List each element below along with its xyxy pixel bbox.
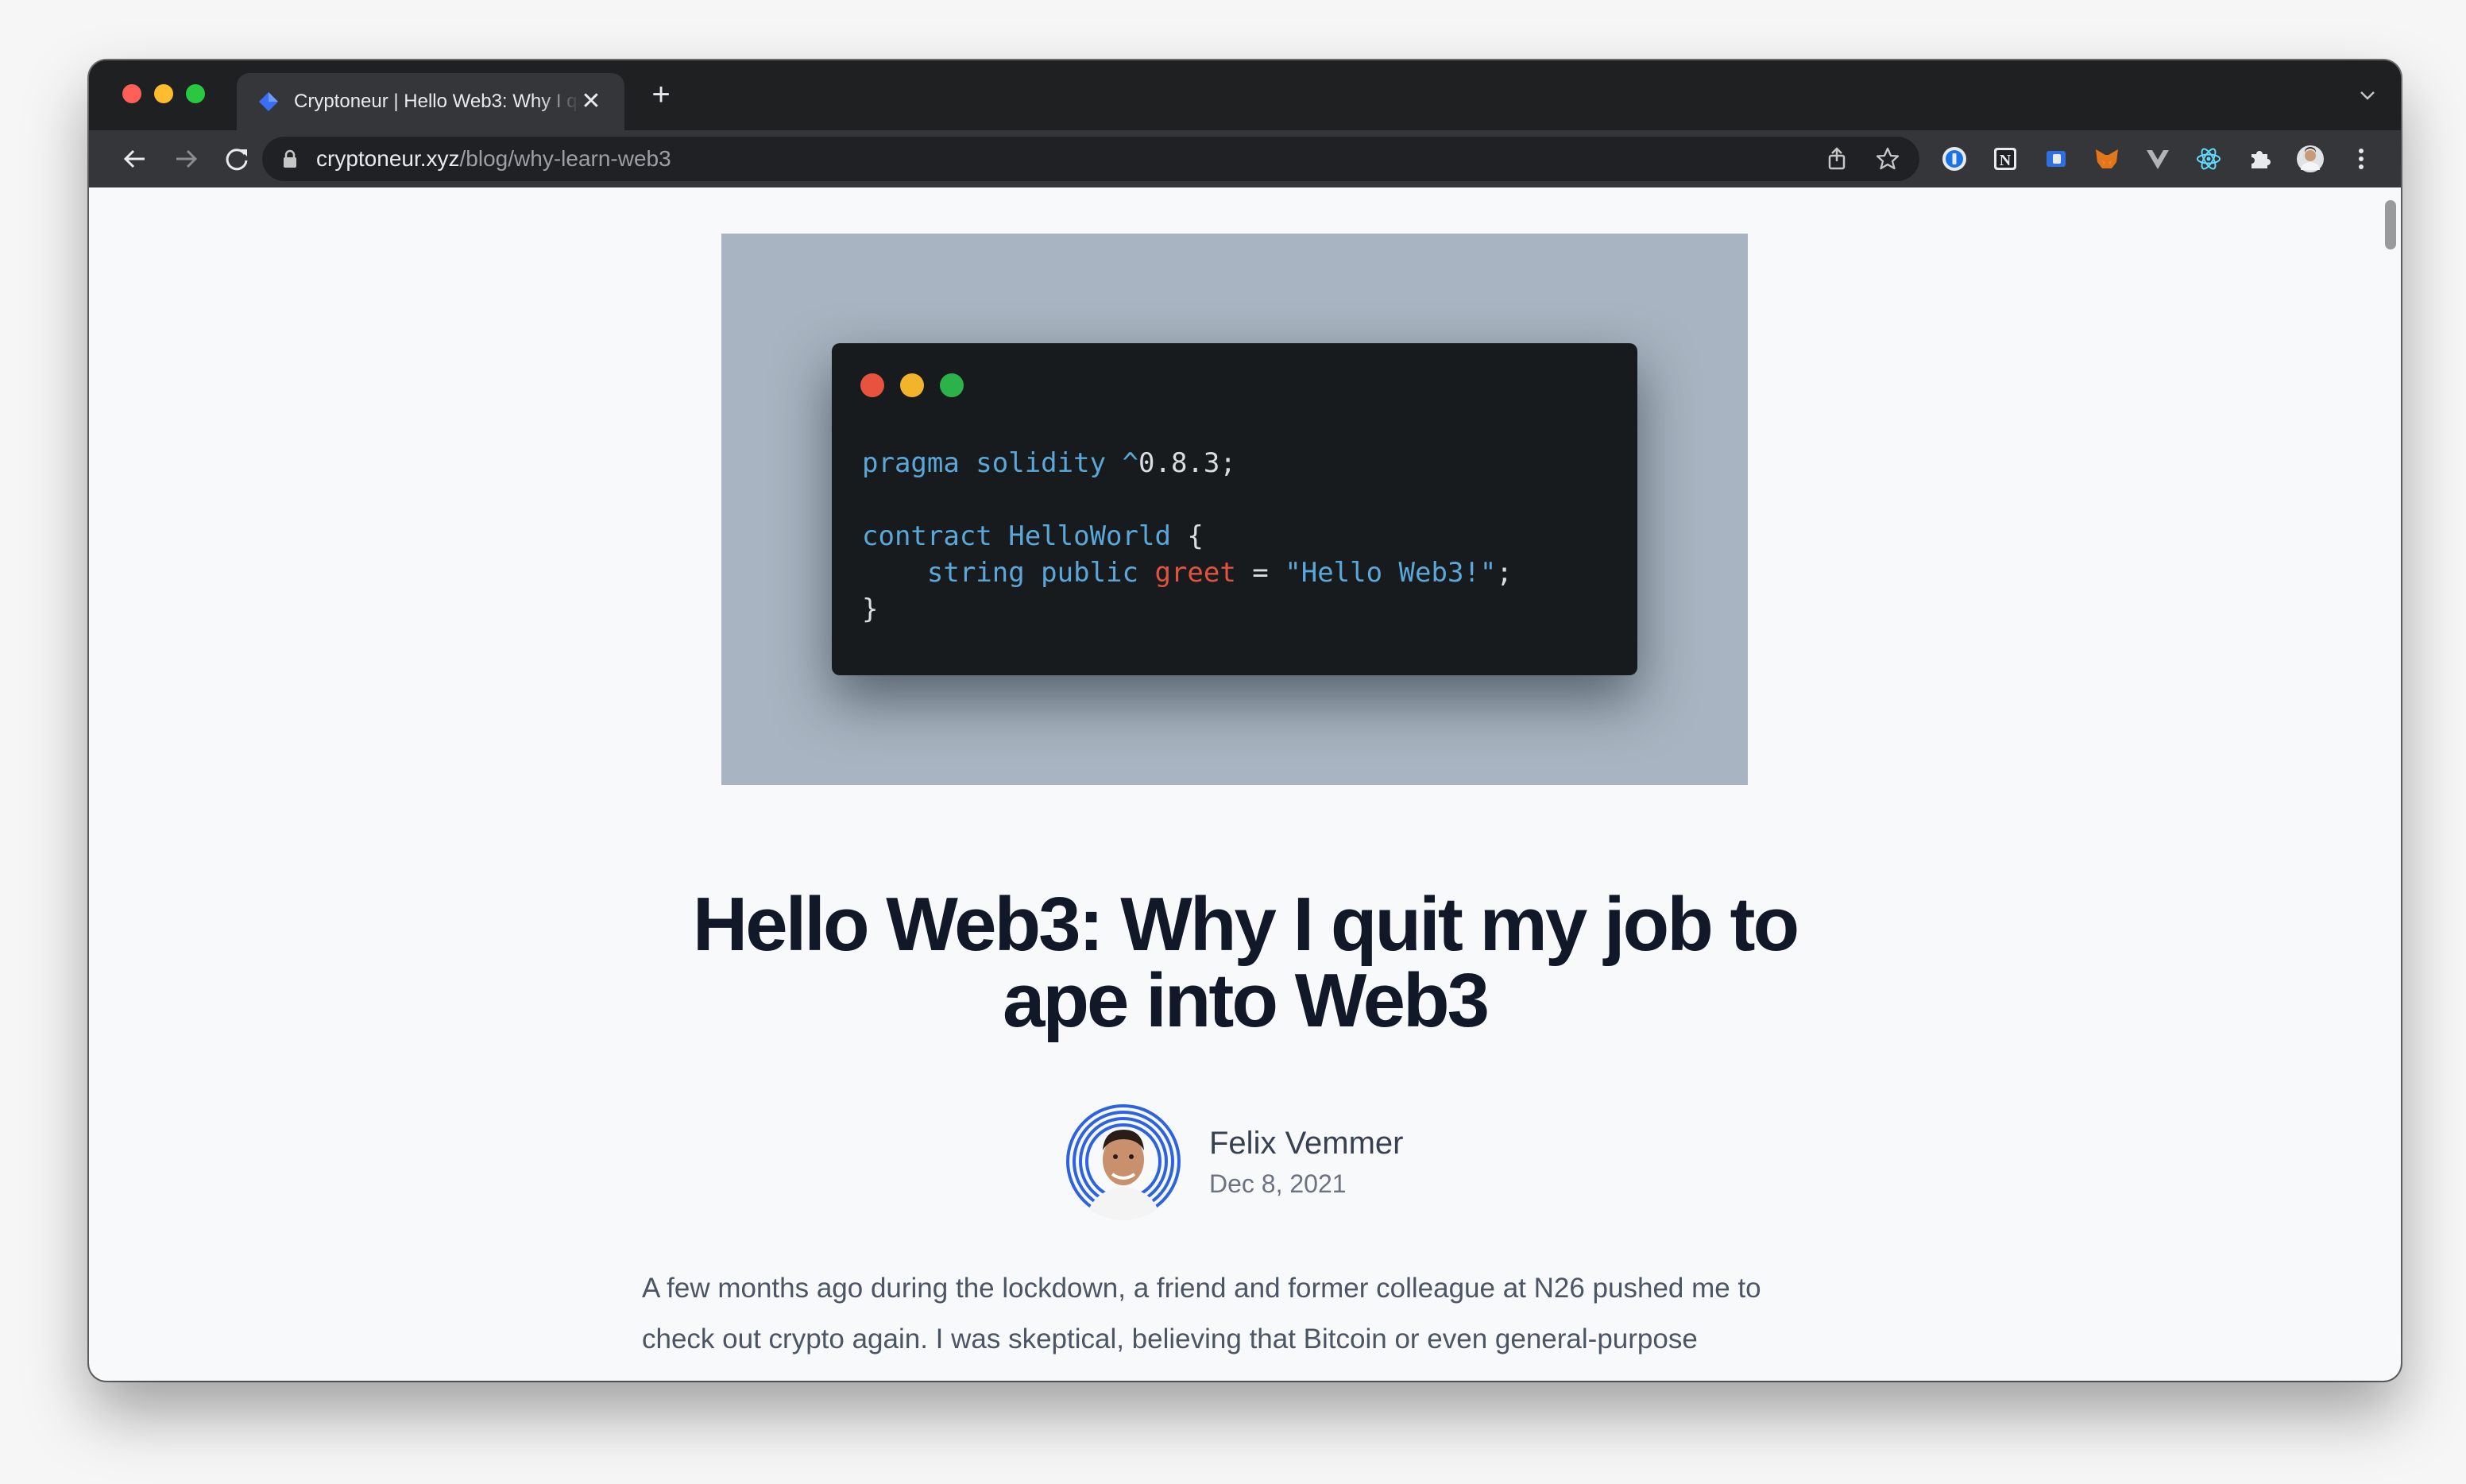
- code-token: }: [862, 593, 879, 625]
- code-token: contract HelloWorld: [862, 520, 1171, 552]
- code-token: =: [1235, 557, 1285, 589]
- tab-title: Cryptoneur | Hello Web3: Why I quit my j…: [294, 91, 580, 112]
- article-title-line-2: ape into Web3: [1003, 958, 1490, 1043]
- browser-window: Cryptoneur | Hello Web3: Why I quit my j…: [89, 60, 2401, 1381]
- react-devtools-icon[interactable]: [2194, 145, 2223, 173]
- code-line: contract HelloWorld {: [862, 518, 1513, 555]
- close-tab-icon[interactable]: ✕: [580, 90, 602, 114]
- tab-search-chevron-icon[interactable]: [2356, 84, 2379, 106]
- 1password-icon[interactable]: [1940, 145, 1969, 173]
- intro-line-1: A few months ago during the lockdown, a …: [642, 1273, 1761, 1304]
- bookmark-star-icon[interactable]: [1875, 146, 1900, 172]
- svg-text:N: N: [2000, 152, 2012, 169]
- minimize-window-button[interactable]: [154, 84, 173, 103]
- metamask-icon[interactable]: [2093, 145, 2121, 173]
- browser-toolbar: cryptoneur.xyz/blog/why-learn-web3 N: [89, 130, 2401, 187]
- code-token: 0.8.3;: [1138, 447, 1236, 479]
- intro-paragraph: A few months ago during the lockdown, a …: [642, 1263, 1850, 1365]
- scrollbar-thumb[interactable]: [2385, 200, 2396, 249]
- code-token: ;: [1496, 557, 1513, 589]
- article-title-line-1: Hello Web3: Why I quit my job to: [692, 882, 1799, 967]
- profile-avatar[interactable]: [2296, 145, 2325, 173]
- forward-icon[interactable]: [170, 143, 202, 175]
- back-icon[interactable]: [119, 143, 151, 175]
- author-avatar: [1065, 1103, 1182, 1220]
- browser-tab[interactable]: Cryptoneur | Hello Web3: Why I quit my j…: [237, 73, 624, 130]
- share-icon[interactable]: [1824, 146, 1850, 172]
- code-token: {: [1170, 520, 1204, 552]
- reload-icon[interactable]: [221, 143, 253, 175]
- intro-line-2: check out crypto again. I was skeptical,…: [642, 1324, 1698, 1355]
- code-window-yellow-dot: [900, 373, 924, 397]
- new-tab-button[interactable]: +: [645, 79, 677, 111]
- hero-image: pragma solidity ^0.8.3; contract HelloWor…: [721, 234, 1748, 785]
- code-window-green-dot: [940, 373, 964, 397]
- code-token: string public: [926, 557, 1155, 589]
- code-token: "Hello Web3!": [1285, 557, 1497, 589]
- article-title: Hello Web3: Why I quit my job to ape int…: [89, 887, 2401, 1039]
- url-path: /blog/why-learn-web3: [459, 146, 671, 171]
- code-line: pragma solidity ^0.8.3;: [862, 445, 1513, 481]
- code-token: pragma solidity ^: [862, 447, 1138, 479]
- publish-date: Dec 8, 2021: [1209, 1169, 1347, 1198]
- code-line: string public greet = "Hello Web3!";: [862, 555, 1513, 591]
- zoom-window-button[interactable]: [186, 84, 205, 103]
- code-line: }: [862, 591, 1513, 628]
- cryptoneur-favicon-icon: [259, 92, 278, 111]
- close-window-button[interactable]: [122, 84, 141, 103]
- author-name[interactable]: Felix Vemmer: [1209, 1125, 1404, 1161]
- chrome-menu-icon[interactable]: [2347, 145, 2375, 173]
- code-token: greet: [1154, 557, 1236, 589]
- address-bar[interactable]: cryptoneur.xyz/blog/why-learn-web3: [262, 137, 1919, 181]
- extensions-puzzle-icon[interactable]: [2245, 145, 2274, 173]
- tab-strip: Cryptoneur | Hello Web3: Why I quit my j…: [89, 60, 2401, 130]
- extension-blue-icon[interactable]: [2042, 145, 2070, 173]
- code-window-red-dot: [860, 373, 884, 397]
- url-text[interactable]: cryptoneur.xyz/blog/why-learn-web3: [316, 146, 671, 172]
- solidity-code: pragma solidity ^0.8.3; contract HelloWor…: [862, 445, 1513, 628]
- url-domain: cryptoneur.xyz: [316, 146, 460, 171]
- notion-icon[interactable]: N: [1991, 145, 2020, 173]
- tab-title-fade: [539, 86, 580, 118]
- page-content: pragma solidity ^0.8.3; contract HelloWor…: [89, 187, 2401, 1381]
- lock-icon[interactable]: [283, 149, 297, 168]
- code-window: pragma solidity ^0.8.3; contract HelloWor…: [832, 343, 1637, 675]
- vue-devtools-icon[interactable]: [2143, 145, 2172, 173]
